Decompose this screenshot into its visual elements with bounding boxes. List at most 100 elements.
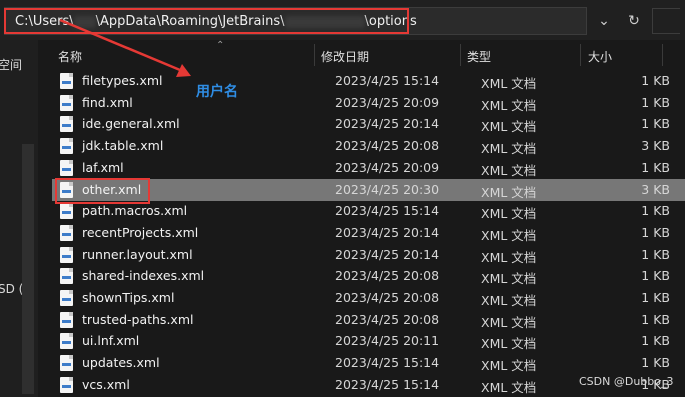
file-row[interactable]: ui.lnf.xml 2023/4/25 20:11 XML 文档 1 KB — [52, 330, 685, 352]
file-row[interactable]: runner.layout.xml 2023/4/25 20:14 XML 文档 1 … — [52, 244, 685, 266]
sort-ascending-icon: ⌃ — [216, 40, 225, 51]
address-path: C:\Users\ \AppData\Roaming\JetBrains\ \opt… — [15, 14, 417, 29]
address-field[interactable]: C:\Users\ \AppData\Roaming\JetBrains\ \opt… — [4, 7, 587, 35]
file-date: 2023/4/25 20:11 — [335, 333, 440, 349]
file-type: XML 文档 — [481, 97, 537, 113]
refresh-button[interactable]: ↻ — [620, 7, 648, 35]
chevron-down-icon: ⌄ — [598, 13, 610, 29]
file-type: XML 文档 — [481, 314, 537, 330]
file-row[interactable]: shared-indexes.xml 2023/4/25 20:08 XML 文档 1… — [52, 265, 685, 287]
file-name: path.macros.xml — [82, 203, 188, 219]
nav-item-partial[interactable]: 空间 — [0, 56, 22, 73]
address-dropdown-button[interactable]: ⌄ — [590, 7, 618, 35]
address-segment-options: \options — [364, 14, 417, 29]
watermark: CSDN @Dubbo_3 — [579, 375, 674, 388]
xml-file-icon — [60, 376, 73, 393]
column-name[interactable]: 名称 — [58, 48, 82, 65]
file-type: XML 文档 — [481, 336, 537, 352]
file-type: XML 文档 — [481, 206, 537, 222]
file-type: XML 文档 — [481, 358, 537, 374]
file-row[interactable]: jdk.table.xml 2023/4/25 20:08 XML 文档 3 KB — [52, 135, 685, 157]
column-date[interactable]: 修改日期 — [321, 48, 369, 65]
file-date: 2023/4/25 15:14 — [335, 376, 440, 392]
column-divider[interactable] — [580, 44, 581, 66]
file-size: 1 KB — [641, 94, 670, 110]
search-box-edge[interactable] — [652, 7, 680, 35]
file-date: 2023/4/25 20:14 — [335, 224, 440, 240]
file-type: XML 文档 — [481, 227, 537, 243]
file-type: XML 文档 — [481, 184, 537, 200]
column-divider[interactable] — [314, 44, 315, 66]
file-row[interactable]: updates.xml 2023/4/25 15:14 XML 文档 1 KB — [52, 352, 685, 374]
xml-file-icon — [60, 355, 73, 372]
column-size[interactable]: 大小 — [588, 48, 612, 65]
file-name: updates.xml — [82, 355, 160, 371]
file-row[interactable]: find.xml 2023/4/25 20:09 XML 文档 1 KB — [52, 92, 685, 114]
file-date: 2023/4/25 20:08 — [335, 290, 440, 305]
xml-file-icon — [60, 159, 73, 176]
xml-file-icon — [60, 181, 73, 198]
xml-file-icon — [60, 268, 73, 285]
file-type: XML 文档 — [481, 379, 537, 395]
address-segment-appdata: \AppData\Roaming\JetBrains\ — [95, 14, 285, 29]
file-date: 2023/4/25 15:14 — [335, 355, 440, 371]
file-size: 1 KB — [641, 355, 670, 371]
file-date: 2023/4/25 20:30 — [335, 181, 440, 197]
file-name: recentProjects.xml — [82, 224, 199, 240]
file-date: 2023/4/25 20:08 — [335, 311, 440, 327]
file-type: XML 文档 — [481, 162, 537, 178]
address-bar: C:\Users\ \AppData\Roaming\JetBrains\ \opt… — [0, 0, 685, 40]
file-name: jdk.table.xml — [82, 138, 164, 154]
xml-file-icon — [60, 138, 73, 155]
file-size: 1 KB — [641, 268, 670, 284]
xml-file-icon — [60, 311, 73, 328]
file-size: 1 KB — [641, 159, 670, 175]
file-size: 3 KB — [641, 138, 670, 154]
file-row[interactable]: path.macros.xml 2023/4/25 15:14 XML 文档 1 KB — [52, 200, 685, 222]
column-divider[interactable] — [460, 44, 461, 66]
file-type: XML 文档 — [481, 293, 537, 308]
refresh-icon: ↻ — [628, 13, 640, 29]
nav-scrollbar[interactable] — [22, 144, 34, 394]
file-size: 1 KB — [641, 290, 670, 305]
column-type[interactable]: 类型 — [467, 48, 491, 65]
file-name: filetypes.xml — [82, 73, 163, 88]
file-row[interactable]: trusted-paths.xml 2023/4/25 20:08 XML 文档 1 … — [52, 309, 685, 331]
file-row[interactable]: shownTips.xml 2023/4/25 20:08 XML 文档 1 KB — [52, 287, 685, 309]
file-row[interactable]: filetypes.xml 2023/4/25 15:14 XML 文档 1 KB — [52, 70, 685, 92]
file-type: XML 文档 — [481, 76, 537, 91]
file-size: 1 KB — [641, 116, 670, 132]
file-row[interactable]: recentProjects.xml 2023/4/25 20:14 XML 文档 1… — [52, 222, 685, 244]
file-size: 1 KB — [641, 203, 670, 219]
navigation-pane: 空间 SD ( — [0, 40, 38, 397]
file-size: 1 KB — [641, 73, 670, 88]
file-date: 2023/4/25 20:14 — [335, 116, 440, 132]
file-date: 2023/4/25 20:08 — [335, 268, 440, 284]
file-name: ui.lnf.xml — [82, 333, 140, 349]
search-field-border — [652, 8, 680, 34]
xml-file-icon — [60, 246, 73, 263]
file-size: 1 KB — [641, 224, 670, 240]
xml-file-icon — [60, 116, 73, 133]
redacted-username — [73, 15, 96, 28]
file-name: other.xml — [82, 181, 142, 197]
file-row[interactable]: laf.xml 2023/4/25 20:09 XML 文档 1 KB — [52, 157, 685, 179]
xml-file-icon — [60, 203, 73, 220]
column-divider[interactable] — [662, 44, 663, 66]
nav-drive-partial[interactable]: SD ( — [0, 282, 23, 296]
file-date: 2023/4/25 20:09 — [335, 159, 440, 175]
file-row-selected[interactable]: other.xml 2023/4/25 20:30 XML 文档 3 KB — [52, 178, 685, 201]
file-date: 2023/4/25 20:09 — [335, 94, 440, 110]
annotation-label: 用户名 — [196, 84, 238, 100]
file-date: 2023/4/25 20:08 — [335, 138, 440, 154]
file-name: shared-indexes.xml — [82, 268, 205, 284]
address-segment-users: C:\Users\ — [15, 14, 74, 29]
file-name: trusted-paths.xml — [82, 311, 194, 327]
file-name: runner.layout.xml — [82, 246, 193, 262]
file-type: XML 文档 — [481, 249, 537, 265]
file-row[interactable]: ide.general.xml 2023/4/25 20:14 XML 文档 1 KB — [52, 113, 685, 135]
file-name: laf.xml — [82, 159, 124, 175]
file-type: XML 文档 — [481, 141, 537, 157]
file-type: XML 文档 — [481, 271, 537, 287]
file-name: shownTips.xml — [82, 290, 175, 305]
